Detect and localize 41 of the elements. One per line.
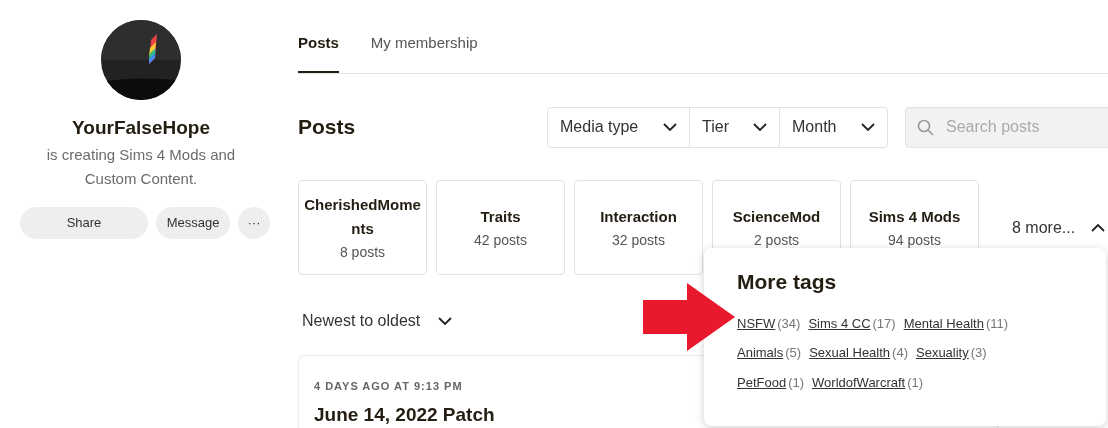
message-button[interactable]: Message [156,206,230,239]
tag-card[interactable]: CherishedMoments 8 posts [298,180,427,275]
tag-card[interactable]: Interaction 32 posts [574,180,703,275]
creator-tagline: is creating Sims 4 Mods and Custom Content. [45,144,237,189]
tag-link[interactable]: NSFW [737,313,776,333]
post-title: June 14, 2022 Patch [314,402,495,427]
tag-link[interactable]: Sexuality [916,343,969,363]
tab[interactable]: My membership [370,31,478,73]
tag-link[interactable]: Mental Health [903,313,984,333]
share-button[interactable]: Share [20,206,148,239]
chevron-up-icon [1091,223,1106,232]
creator-name: YourFalseHope [72,116,210,140]
tag-link[interactable]: WorldofWarcraft [812,372,906,392]
tag-link[interactable]: Animals [737,343,784,363]
post-time: 4 DAYS AGO AT 9:13 PM [314,379,463,394]
filter-dropdown[interactable]: Media type [548,107,689,147]
tag-count: (11) [985,314,1009,333]
tag-link[interactable]: Sexual Health [809,343,891,363]
tag-link[interactable]: PetFood [737,372,787,392]
search-field[interactable]: Search posts [905,106,1108,148]
chevron-down-icon [861,123,875,131]
tag-count: (5) [785,344,802,362]
sort-dropdown[interactable]: Newest to oldest [302,309,453,333]
tag-count: (1) [907,373,924,392]
more-tags-toggle[interactable]: 8 more... [1012,215,1106,240]
tag-link[interactable]: Sims 4 CC [808,313,871,333]
tab[interactable]: Posts [298,31,339,73]
filter-dropdown[interactable]: Tier [689,107,779,147]
tag-count: (34) [777,314,801,333]
tag-count: (17) [872,314,896,333]
section-heading: Posts [298,114,357,141]
more-button[interactable]: ··· [238,206,270,239]
tag-card[interactable]: Traits 42 posts [436,180,565,275]
chevron-down-icon [438,317,453,325]
search-icon [917,118,934,136]
tag-count: (1) [788,373,805,392]
tag-count: (4) [892,344,908,362]
chevron-down-icon [753,123,767,131]
chevron-down-icon [663,123,677,131]
tag-count: (3) [970,344,987,362]
filter-dropdown[interactable]: Month [779,107,887,147]
